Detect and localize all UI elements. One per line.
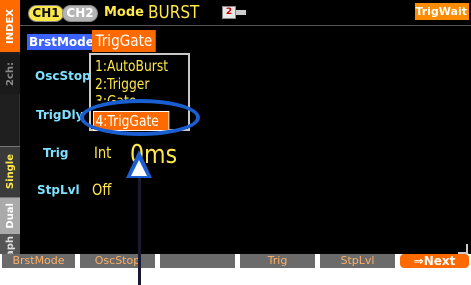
param-trig-dly-label[interactable]: TrigDly [36,108,83,122]
annotation-arrow-inner [131,160,147,176]
param-burst-mode-label[interactable]: BrstMode [27,34,96,50]
tab-single-label: Single [4,154,16,190]
tab-dual[interactable]: Dual [0,198,20,234]
device-screen: CH1 CH2 Mode BURST 2 TrigWait INDEX 2ch:… [0,0,471,254]
tab-2ch[interactable]: 2ch: [0,54,20,94]
softkey-trig[interactable]: Trig [240,254,315,268]
tab-graph[interactable]: Graph [0,234,20,254]
ch2-tab[interactable]: CH2 [62,5,98,22]
tab-dual-label: Dual [4,203,16,229]
badge-bar-icon [236,10,246,15]
softkey-blank[interactable] [160,254,235,268]
highlight-ellipse [80,99,200,136]
softkey-osc-stop[interactable]: OscStop [80,254,155,268]
tab-2ch-label: 2ch: [4,61,16,86]
param-trig-value[interactable]: Int [94,143,111,162]
trigger-status-badge: TrigWait [415,3,469,20]
param-trig-label[interactable]: Trig [43,146,69,160]
dropdown-option-trigger[interactable]: 2:Trigger [95,75,149,93]
softkey-bar: BrstMode OscStop Trig StpLvl ⇒Next [0,254,471,270]
tab-index[interactable]: INDEX [0,0,20,52]
param-stp-lvl-value[interactable]: Off [92,180,111,199]
softkey-stp-lvl[interactable]: StpLvl [320,254,395,268]
mode-value: BURST [148,2,200,23]
ch1-tab[interactable]: CH1 [28,5,64,22]
resize-corner-icon [458,244,468,254]
tab-index-label: INDEX [4,8,16,44]
softkey-brst-mode[interactable]: BrstMode [2,254,75,268]
param-burst-mode-value[interactable]: TrigGate [92,30,156,52]
tab-single[interactable]: Single [0,146,20,198]
top-status-bar: CH1 CH2 Mode BURST 2 TrigWait [0,0,471,26]
mode-label: Mode [104,5,144,20]
channel-number-badge: 2 [222,6,236,19]
side-tab-strip: INDEX 2ch: Single Dual Graph [0,0,20,254]
dropdown-option-autoburst[interactable]: 1:AutoBurst [95,57,168,75]
softkey-next[interactable]: ⇒Next [400,254,469,268]
annotation-arrow-shaft [138,176,141,285]
tab-graph-label: Graph [4,235,16,254]
param-stp-lvl-label[interactable]: StpLvl [37,183,80,197]
param-osc-stop-label[interactable]: OscStop [35,69,91,83]
